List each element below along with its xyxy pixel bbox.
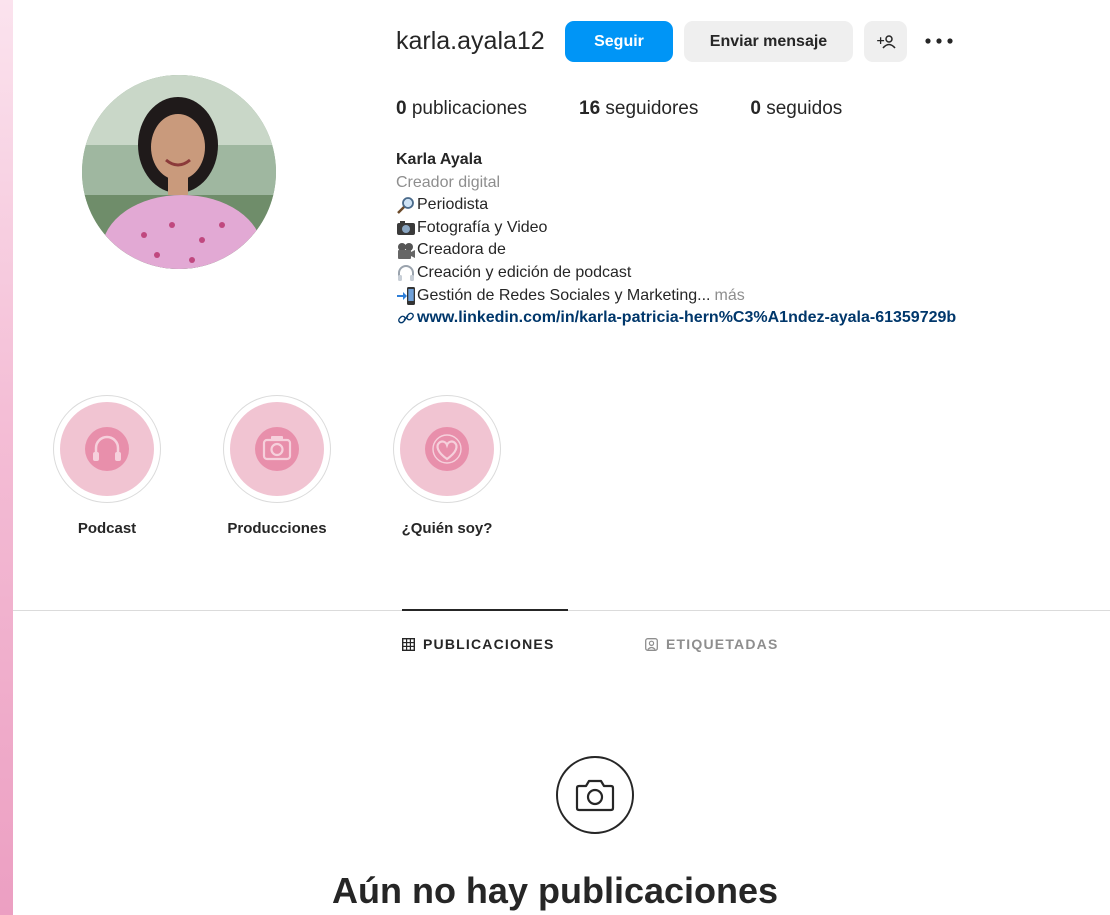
left-decorative-strip — [0, 0, 13, 915]
send-message-button[interactable]: Enviar mensaje — [684, 21, 853, 62]
more-options-button[interactable] — [924, 28, 954, 54]
highlight-producciones[interactable]: Producciones — [222, 395, 332, 537]
camera-icon — [255, 427, 299, 471]
highlight-ring — [223, 395, 331, 503]
camera-icon — [575, 779, 615, 812]
highlight-podcast[interactable]: Podcast — [52, 395, 162, 537]
highlight-cover — [60, 402, 154, 496]
profile-avatar[interactable] — [82, 75, 276, 269]
video-camera-icon — [398, 242, 415, 259]
headphones-icon — [398, 265, 414, 282]
phone-arrow-icon — [397, 286, 415, 305]
highlight-quien-soy[interactable]: ¿Quién soy? — [392, 395, 502, 537]
bio-line: Gestión de Redes Sociales y Marketing...… — [396, 285, 956, 308]
empty-state-title: Aún no hay publicaciones — [331, 870, 779, 911]
highlight-label: ¿Quién soy? — [401, 520, 493, 537]
follow-button[interactable]: Seguir — [565, 21, 673, 62]
bio-line: Creación y edición de podcast — [396, 262, 956, 285]
bio-line: Creadora de — [396, 239, 956, 262]
highlight-ring — [53, 395, 161, 503]
camera-icon — [397, 221, 415, 236]
bio-more-link[interactable]: más — [714, 285, 744, 308]
profile-stats: 0 publicaciones 16 seguidores 0 seguidos — [396, 98, 894, 120]
empty-state-icon-circle — [556, 756, 634, 834]
headphones-icon — [85, 427, 129, 471]
highlight-label: Producciones — [227, 520, 327, 537]
highlight-cover — [400, 402, 494, 496]
stat-posts: 0 publicaciones — [396, 98, 527, 119]
profile-bio: Karla Ayala Creador digital Periodista F… — [396, 149, 956, 330]
stat-following[interactable]: 0 seguidos — [750, 98, 842, 120]
bio-line: Periodista — [396, 194, 956, 217]
stat-followers[interactable]: 16 seguidores — [579, 98, 698, 120]
profile-username: karla.ayala12 — [396, 27, 545, 55]
tagged-person-icon — [645, 637, 658, 651]
heart-icon — [425, 427, 469, 471]
tab-label: ETIQUETADAS — [666, 636, 779, 652]
magnifier-icon — [397, 197, 414, 215]
profile-category: Creador digital — [396, 173, 501, 191]
svg-text:+: + — [876, 34, 885, 47]
bio-website-link[interactable]: www.linkedin.com/in/karla-patricia-hern%… — [417, 307, 956, 330]
more-dots-icon — [925, 38, 953, 44]
bio-line: Fotografía y Video — [396, 217, 956, 240]
highlight-ring — [393, 395, 501, 503]
link-icon — [398, 313, 414, 324]
suggested-accounts-button[interactable]: + — [864, 21, 907, 62]
tab-etiquetadas[interactable]: ETIQUETADAS — [645, 636, 779, 652]
tab-label: PUBLICACIONES — [423, 636, 555, 652]
avatar-image — [82, 75, 276, 269]
add-person-icon: + — [876, 34, 896, 49]
profile-full-name: Karla Ayala — [396, 151, 482, 168]
highlight-cover — [230, 402, 324, 496]
highlight-label: Podcast — [77, 520, 137, 537]
bio-website-line: www.linkedin.com/in/karla-patricia-hern%… — [396, 307, 956, 330]
grid-icon — [402, 637, 415, 651]
active-tab-indicator — [402, 609, 568, 611]
tab-publicaciones[interactable]: PUBLICACIONES — [402, 636, 555, 652]
